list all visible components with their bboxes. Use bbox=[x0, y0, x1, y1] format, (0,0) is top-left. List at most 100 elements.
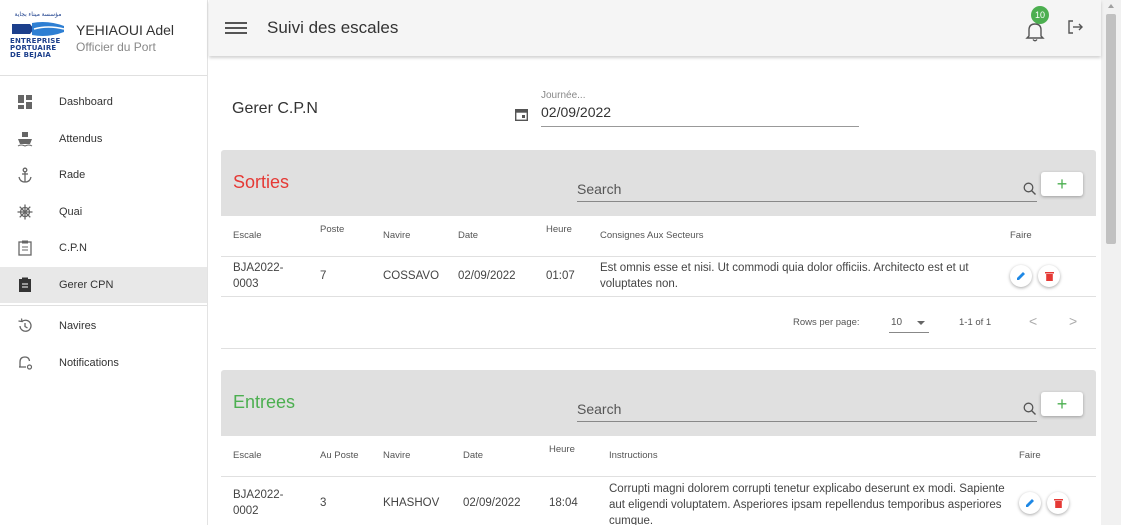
scroll-up-icon[interactable] bbox=[1108, 4, 1114, 8]
anchor-icon bbox=[16, 166, 34, 184]
sidebar-item-label: Attendus bbox=[59, 132, 103, 145]
helm-icon bbox=[16, 203, 34, 221]
col-escale[interactable]: Escale bbox=[221, 216, 308, 257]
sorties-title: Sorties bbox=[233, 172, 290, 192]
sidebar-divider bbox=[0, 305, 207, 306]
notification-count-badge: 10 bbox=[1031, 6, 1049, 24]
table-header-row: Escale Poste Navire Date Heure Consignes… bbox=[221, 216, 1096, 257]
rows-per-page-select[interactable]: 10 bbox=[889, 311, 929, 333]
sorties-header: Sorties Search + bbox=[221, 150, 1096, 216]
entrees-title: Entrees bbox=[233, 392, 296, 412]
sidebar-item-notifications[interactable]: Notifications bbox=[0, 345, 207, 382]
sorties-pagination: Rows per page: 10 1-1 of 1 < > bbox=[221, 297, 1096, 349]
pagination-range: 1-1 of 1 bbox=[959, 316, 992, 328]
clipboard-check-icon bbox=[16, 276, 34, 294]
delete-icon[interactable] bbox=[1038, 265, 1060, 287]
user-info: YEHIAOUI Adel Officier du Port bbox=[76, 22, 174, 54]
cell-heure: 01:07 bbox=[534, 256, 588, 297]
sidebar-item-navires[interactable]: Navires bbox=[0, 308, 207, 345]
col-instructions[interactable]: Instructions bbox=[597, 436, 1007, 477]
table-row: BJA2022-0002 3 KHASHOV 02/09/2022 18:04 … bbox=[221, 476, 1096, 525]
sidebar-item-rade[interactable]: Rade bbox=[0, 157, 207, 194]
bell-settings-icon bbox=[16, 354, 34, 372]
col-heure[interactable]: Heure bbox=[534, 216, 588, 257]
sidebar-item-dashboard[interactable]: Dashboard bbox=[0, 84, 207, 121]
clipboard-icon bbox=[16, 239, 34, 257]
next-page-icon[interactable]: > bbox=[1069, 313, 1077, 329]
chevron-down-icon bbox=[917, 320, 925, 325]
col-escale[interactable]: Escale bbox=[221, 436, 308, 477]
date-label: Journée... bbox=[541, 90, 586, 101]
search-placeholder: Search bbox=[577, 401, 622, 417]
page-scrollbar[interactable] bbox=[1101, 0, 1121, 525]
sorties-card: Sorties Search + Escale Poste Navire Dat… bbox=[221, 150, 1096, 349]
col-faire: Faire bbox=[998, 216, 1096, 257]
edit-icon[interactable] bbox=[1019, 491, 1041, 514]
company-logo: مؤسسة ميناء بجاية ENTREPRISE PORTUAIRE D… bbox=[10, 10, 66, 66]
logo-arabic-text: مؤسسة ميناء بجاية bbox=[14, 11, 62, 18]
sidebar-item-label: Dashboard bbox=[59, 96, 113, 109]
sidebar-brand: مؤسسة ميناء بجاية ENTREPRISE PORTUAIRE D… bbox=[0, 0, 207, 76]
dashboard-icon bbox=[16, 93, 34, 111]
cell-date: 02/09/2022 bbox=[451, 476, 537, 525]
col-navire[interactable]: Navire bbox=[371, 436, 451, 477]
col-au-poste[interactable]: Au Poste bbox=[308, 436, 371, 477]
logo-wave-icon bbox=[12, 21, 65, 36]
app-title: Suivi des escales bbox=[267, 18, 399, 37]
entrees-search-input[interactable]: Search bbox=[577, 398, 1037, 422]
cell-escale: BJA2022-0002 bbox=[221, 476, 308, 525]
delete-icon[interactable] bbox=[1047, 491, 1069, 514]
entrees-table: Escale Au Poste Navire Date Heure Instru… bbox=[221, 436, 1096, 525]
cell-actions bbox=[1007, 476, 1096, 525]
topbar-actions: 10 bbox=[1025, 6, 1085, 42]
user-role: Officier du Port bbox=[76, 39, 156, 54]
top-app-bar: Suivi des escales 10 bbox=[209, 0, 1101, 56]
rows-per-page-value: 10 bbox=[891, 316, 903, 328]
entrees-add-button[interactable]: + bbox=[1041, 392, 1083, 416]
cell-poste: 3 bbox=[308, 476, 371, 525]
sidebar-item-cpn[interactable]: C.P.N bbox=[0, 230, 207, 267]
cell-consignes: Est omnis esse et nisi. Ut commodi quia … bbox=[588, 256, 998, 297]
cell-instructions: Corrupti magni dolorem corrupti tenetur … bbox=[597, 476, 1007, 525]
page-header: Gerer C.P.N Journée... 02/09/2022 bbox=[209, 56, 1101, 150]
logout-icon[interactable] bbox=[1067, 19, 1085, 37]
col-heure[interactable]: Heure bbox=[537, 436, 597, 477]
page-title: Gerer C.P.N bbox=[232, 100, 318, 117]
col-consignes[interactable]: Consignes Aux Secteurs bbox=[588, 216, 998, 257]
sidebar-item-label: Quai bbox=[59, 205, 83, 218]
sidebar-item-label: Rade bbox=[59, 169, 86, 182]
edit-icon[interactable] bbox=[1010, 265, 1032, 287]
col-date[interactable]: Date bbox=[451, 436, 537, 477]
sidebar: مؤسسة ميناء بجاية ENTREPRISE PORTUAIRE D… bbox=[0, 0, 208, 525]
cell-actions bbox=[998, 256, 1096, 297]
logo-line-3: DE BEJAIA bbox=[10, 50, 51, 59]
calendar-icon[interactable] bbox=[514, 108, 529, 122]
col-navire[interactable]: Navire bbox=[371, 216, 446, 257]
sorties-add-button[interactable]: + bbox=[1041, 172, 1083, 196]
col-date[interactable]: Date bbox=[446, 216, 534, 257]
ship-icon bbox=[16, 130, 34, 148]
hamburger-menu-icon[interactable] bbox=[225, 19, 247, 37]
col-faire: Faire bbox=[1007, 436, 1096, 477]
history-icon bbox=[16, 317, 34, 335]
date-underline bbox=[541, 126, 859, 127]
sorties-search-input[interactable]: Search bbox=[577, 178, 1037, 202]
user-name: YEHIAOUI Adel bbox=[76, 21, 175, 38]
sidebar-item-attendus[interactable]: Attendus bbox=[0, 121, 207, 158]
sidebar-item-label: Navires bbox=[59, 320, 97, 333]
col-poste[interactable]: Poste bbox=[308, 216, 371, 257]
sidebar-item-label: Gerer CPN bbox=[59, 278, 114, 291]
table-row: BJA2022-0003 7 COSSAVO 02/09/2022 01:07 … bbox=[221, 256, 1096, 297]
notifications-bell-icon[interactable]: 10 bbox=[1025, 6, 1049, 42]
sidebar-item-gerer-cpn[interactable]: Gerer CPN bbox=[0, 266, 207, 303]
sidebar-item-label: Notifications bbox=[59, 356, 119, 369]
rows-per-page-label: Rows per page: bbox=[793, 316, 860, 328]
main-content: Gerer C.P.N Journée... 02/09/2022 Sortie… bbox=[209, 56, 1101, 525]
cell-navire: COSSAVO bbox=[371, 256, 446, 297]
date-value[interactable]: 02/09/2022 bbox=[541, 104, 611, 120]
scrollbar-thumb[interactable] bbox=[1106, 14, 1116, 244]
previous-page-icon[interactable]: < bbox=[1029, 313, 1037, 329]
sidebar-item-quai[interactable]: Quai bbox=[0, 194, 207, 231]
table-header-row: Escale Au Poste Navire Date Heure Instru… bbox=[221, 436, 1096, 477]
sorties-table: Escale Poste Navire Date Heure Consignes… bbox=[221, 216, 1096, 297]
